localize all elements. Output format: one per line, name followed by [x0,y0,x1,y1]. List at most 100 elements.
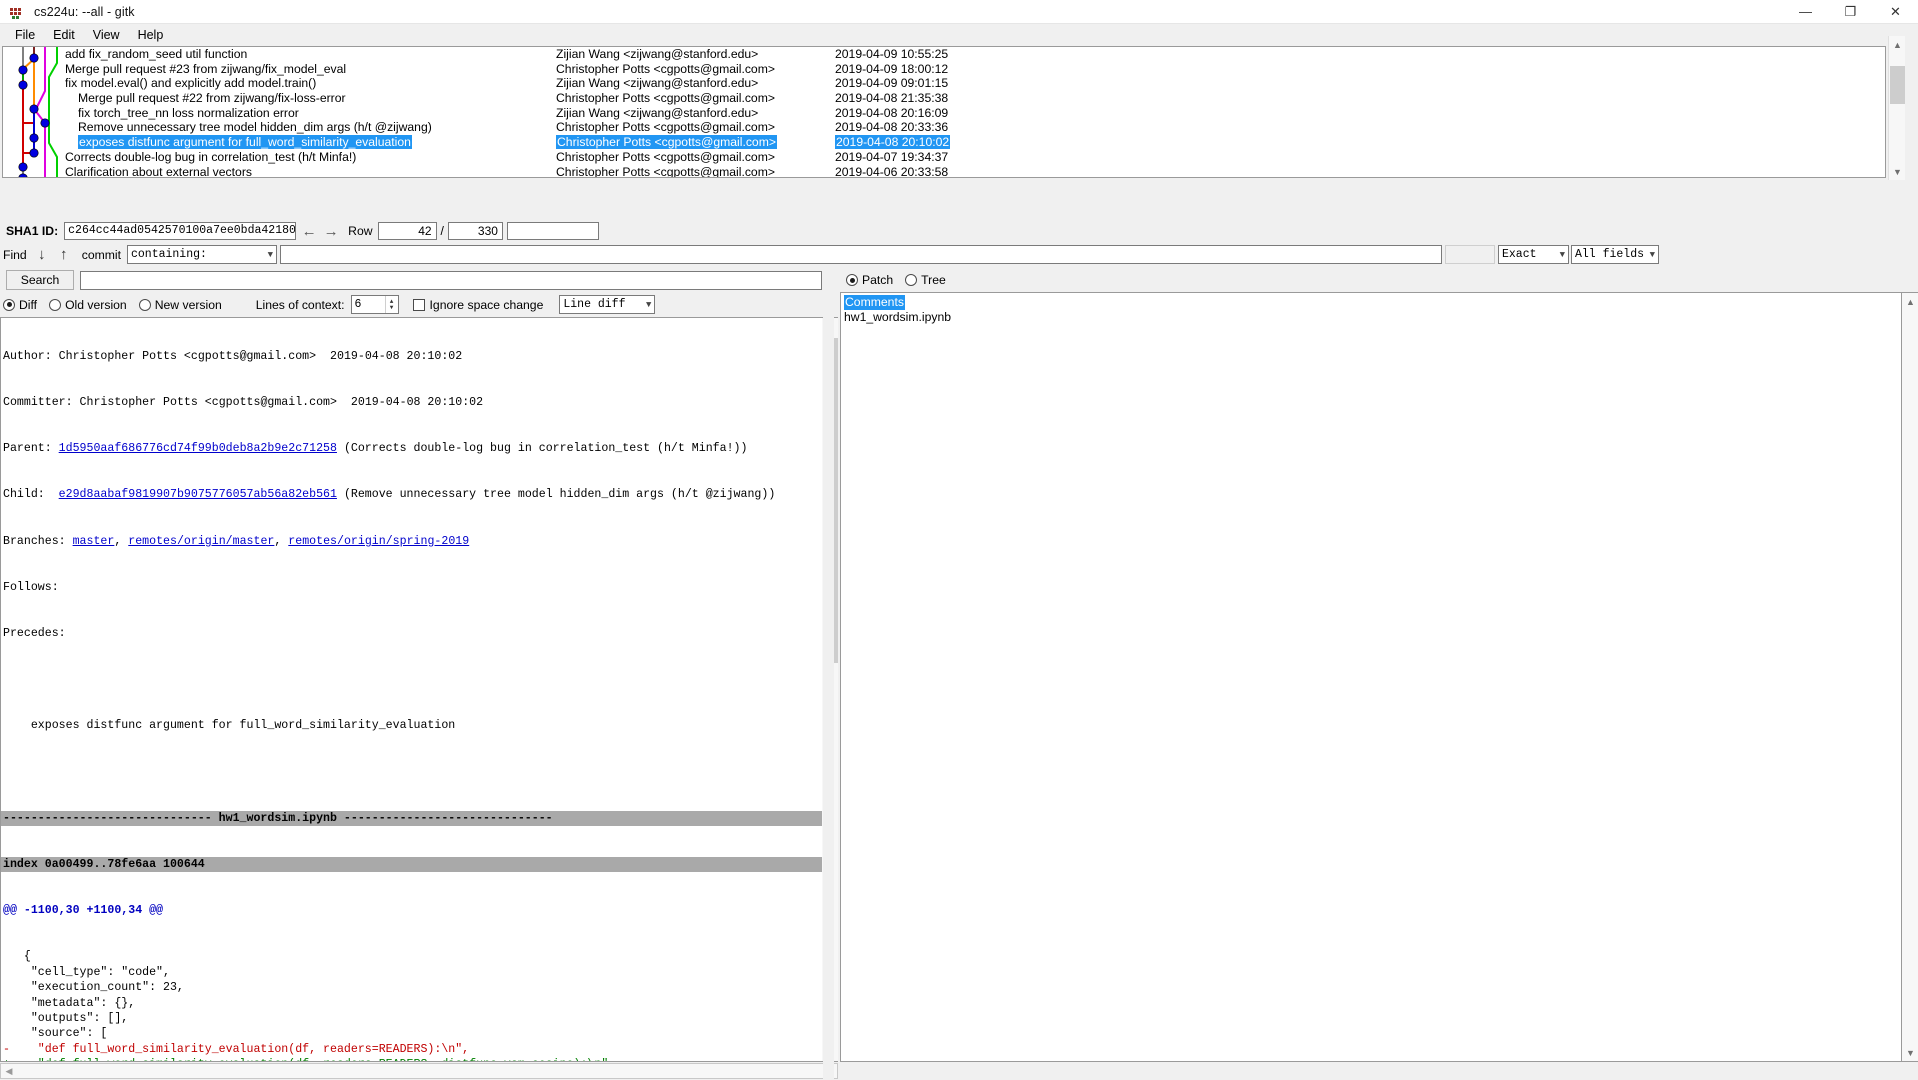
child-sha-link[interactable]: e29d8aabaf9819907b9075776057ab56a82eb561 [59,488,337,501]
file-list-item-comments[interactable]: Comments [844,295,905,310]
diff-text-view[interactable]: Author: Christopher Potts <cgpotts@gmail… [0,317,822,1062]
file-list-item-notebook[interactable]: hw1_wordsim.ipynb [843,310,1901,325]
table-row[interactable]: Remove unnecessary tree model hidden_dim… [3,120,1885,135]
diff-line-ctx: "source": [ [3,1027,108,1041]
commit-author: Zijian Wang <zijwang@stanford.edu> [556,105,759,120]
maximize-button[interactable]: ❐ [1828,0,1873,24]
scroll-left-icon[interactable]: ◀ [1,1063,17,1079]
commit-author: Christopher Potts <cgpotts@gmail.com> [556,135,777,150]
lines-of-context-value: 6 [354,298,362,311]
diff-radio[interactable] [3,298,15,311]
table-row[interactable]: Merge pull request #22 from zijwang/fix-… [3,91,1885,106]
diff-line-ctx: "outputs": [], [3,1012,129,1026]
stepper-arrows-icon[interactable]: ▲ ▼ [384,296,398,313]
commit-date: 2019-04-08 20:10:02 [835,135,951,150]
scroll-down-icon[interactable]: ▼ [1889,163,1906,180]
table-row[interactable]: Clarification about external vectors Chr… [3,164,1885,178]
branch-link-master[interactable]: master [73,535,115,548]
table-row[interactable]: Merge pull request #23 from zijwang/fix_… [3,62,1885,77]
branch-link-origin-spring-2019[interactable]: remotes/origin/spring-2019 [288,535,469,548]
row-total-display: 330 [447,222,503,240]
table-row[interactable]: add fix_random_seed util function Zijian… [3,47,1885,62]
menu-file[interactable]: File [6,26,44,44]
chevron-down-icon: ▼ [267,249,273,260]
lines-of-context-label: Lines of context: [255,297,345,312]
commit-author: Zijian Wang <zijwang@stanford.edu> [556,47,759,61]
scroll-up-icon[interactable]: ▲ [1889,36,1906,53]
forward-button[interactable]: → [321,221,342,241]
table-row[interactable]: fix torch_tree_nn loss normalization err… [3,106,1885,121]
ignore-space-checkbox[interactable] [412,298,425,311]
diff-mode-select[interactable]: Line diff ▼ [559,295,656,314]
commit-list-scrollbar[interactable]: ▲ ▼ [1888,36,1905,180]
diff-radio-label: Diff [19,297,38,312]
scrollbar-thumb[interactable] [1890,66,1905,104]
find-scope-label[interactable]: commit [82,248,121,262]
find-fields-value: All fields [1575,248,1644,261]
find-next-button[interactable]: ↓ [31,244,52,265]
gitk-window: cs224u: --all - gitk — ❐ ✕ File Edit Vie… [0,0,1918,1080]
table-row-selected[interactable]: exposes distfunc argument for full_word_… [3,135,1885,150]
diff-line-ctx: "metadata": {}, [3,996,136,1010]
menu-view[interactable]: View [84,26,129,44]
detail-parent-line: Parent: 1d5950aaf686776cd74f99b0deb8a2b9… [3,442,748,456]
minimize-button[interactable]: — [1783,0,1828,24]
find-prev-button[interactable]: ↑ [53,244,74,265]
file-list-scrollbar[interactable]: ▲ ▼ [1902,292,1918,1062]
diff-mode-value: Line diff [563,298,626,311]
commit-date: 2019-04-08 21:35:38 [835,91,949,106]
menu-edit[interactable]: Edit [44,26,84,44]
file-list[interactable]: Comments hw1_wordsim.ipynb [840,292,1902,1062]
parent-sha-link[interactable]: 1d5950aaf686776cd74f99b0deb8a2b9e2c71258 [59,442,337,455]
commit-author: Christopher Potts <cgpotts@gmail.com> [556,164,775,178]
diff-index-line: index 0a00499..78fe6aa 100644 [1,857,822,873]
diff-hscrollbar[interactable]: ◀ ▶ [0,1063,838,1079]
sha1-input[interactable]: c264cc44ad0542570100a7ee0bda4218077b6283 [64,222,297,240]
patch-radio[interactable] [846,274,858,286]
sha1-extra-field[interactable] [506,222,599,240]
find-spacer-field [1445,245,1495,264]
scroll-down-icon[interactable]: ▼ [1902,1044,1918,1061]
menu-bar: File Edit View Help [0,24,1918,46]
menu-help[interactable]: Help [129,26,173,44]
search-button[interactable]: Search [6,270,74,290]
detail-committer-line: Committer: Christopher Potts <cgpotts@gm… [3,396,484,410]
main-panes: Search Diff Old version New version Line… [0,268,1918,1080]
close-button[interactable]: ✕ [1873,0,1918,24]
table-row[interactable]: Corrects double-log bug in correlation_t… [3,150,1885,165]
branch-link-origin-master[interactable]: remotes/origin/master [128,535,274,548]
chevron-down-icon: ▼ [645,299,652,310]
scroll-up-icon[interactable]: ▲ [1902,293,1918,310]
chevron-down-icon: ▼ [1559,249,1565,260]
search-input[interactable] [80,270,822,290]
pane-splitter[interactable] [823,268,834,1080]
find-fields-select[interactable]: All fields ▼ [1571,245,1659,264]
lines-of-context-stepper[interactable]: 6 ▲ ▼ [350,295,399,314]
commit-author: Christopher Potts <cgpotts@gmail.com> [556,61,775,76]
commit-message: add fix_random_seed util function [65,47,248,61]
commit-date: 2019-04-09 18:00:12 [835,61,949,76]
row-current-input[interactable]: 42 [377,222,437,240]
diff-hunk-header: @@ -1100,30 +1100,34 @@ [3,904,164,918]
new-version-radio[interactable] [138,298,151,311]
find-exact-select[interactable]: Exact ▼ [1498,245,1569,264]
find-input[interactable] [280,245,1442,264]
diff-line-rm: - "def full_word_similarity_evaluation(d… [3,1042,470,1056]
commit-subject-line: exposes distfunc argument for full_word_… [3,719,456,733]
commit-list[interactable]: add fix_random_seed util function Zijian… [2,46,1886,178]
commit-author: Christopher Potts <cgpotts@gmail.com> [556,120,775,135]
detail-follows-line: Follows: [3,580,59,594]
commit-message: fix model.eval() and explicitly add mode… [65,76,317,91]
table-row[interactable]: fix model.eval() and explicitly add mode… [3,76,1885,91]
find-match-type-select[interactable]: containing: ▼ [127,245,277,264]
diff-options-bar: Diff Old version New version Lines of co… [0,293,838,316]
list-item[interactable]: Comments [843,295,1901,310]
window-title: cs224u: --all - gitk [34,4,135,19]
row-label: Row [348,224,373,238]
old-version-radio[interactable] [49,298,62,311]
diff-line-ctx: "execution_count": 23, [3,981,184,995]
back-button[interactable]: ← [299,221,320,241]
tree-radio[interactable] [905,274,918,286]
